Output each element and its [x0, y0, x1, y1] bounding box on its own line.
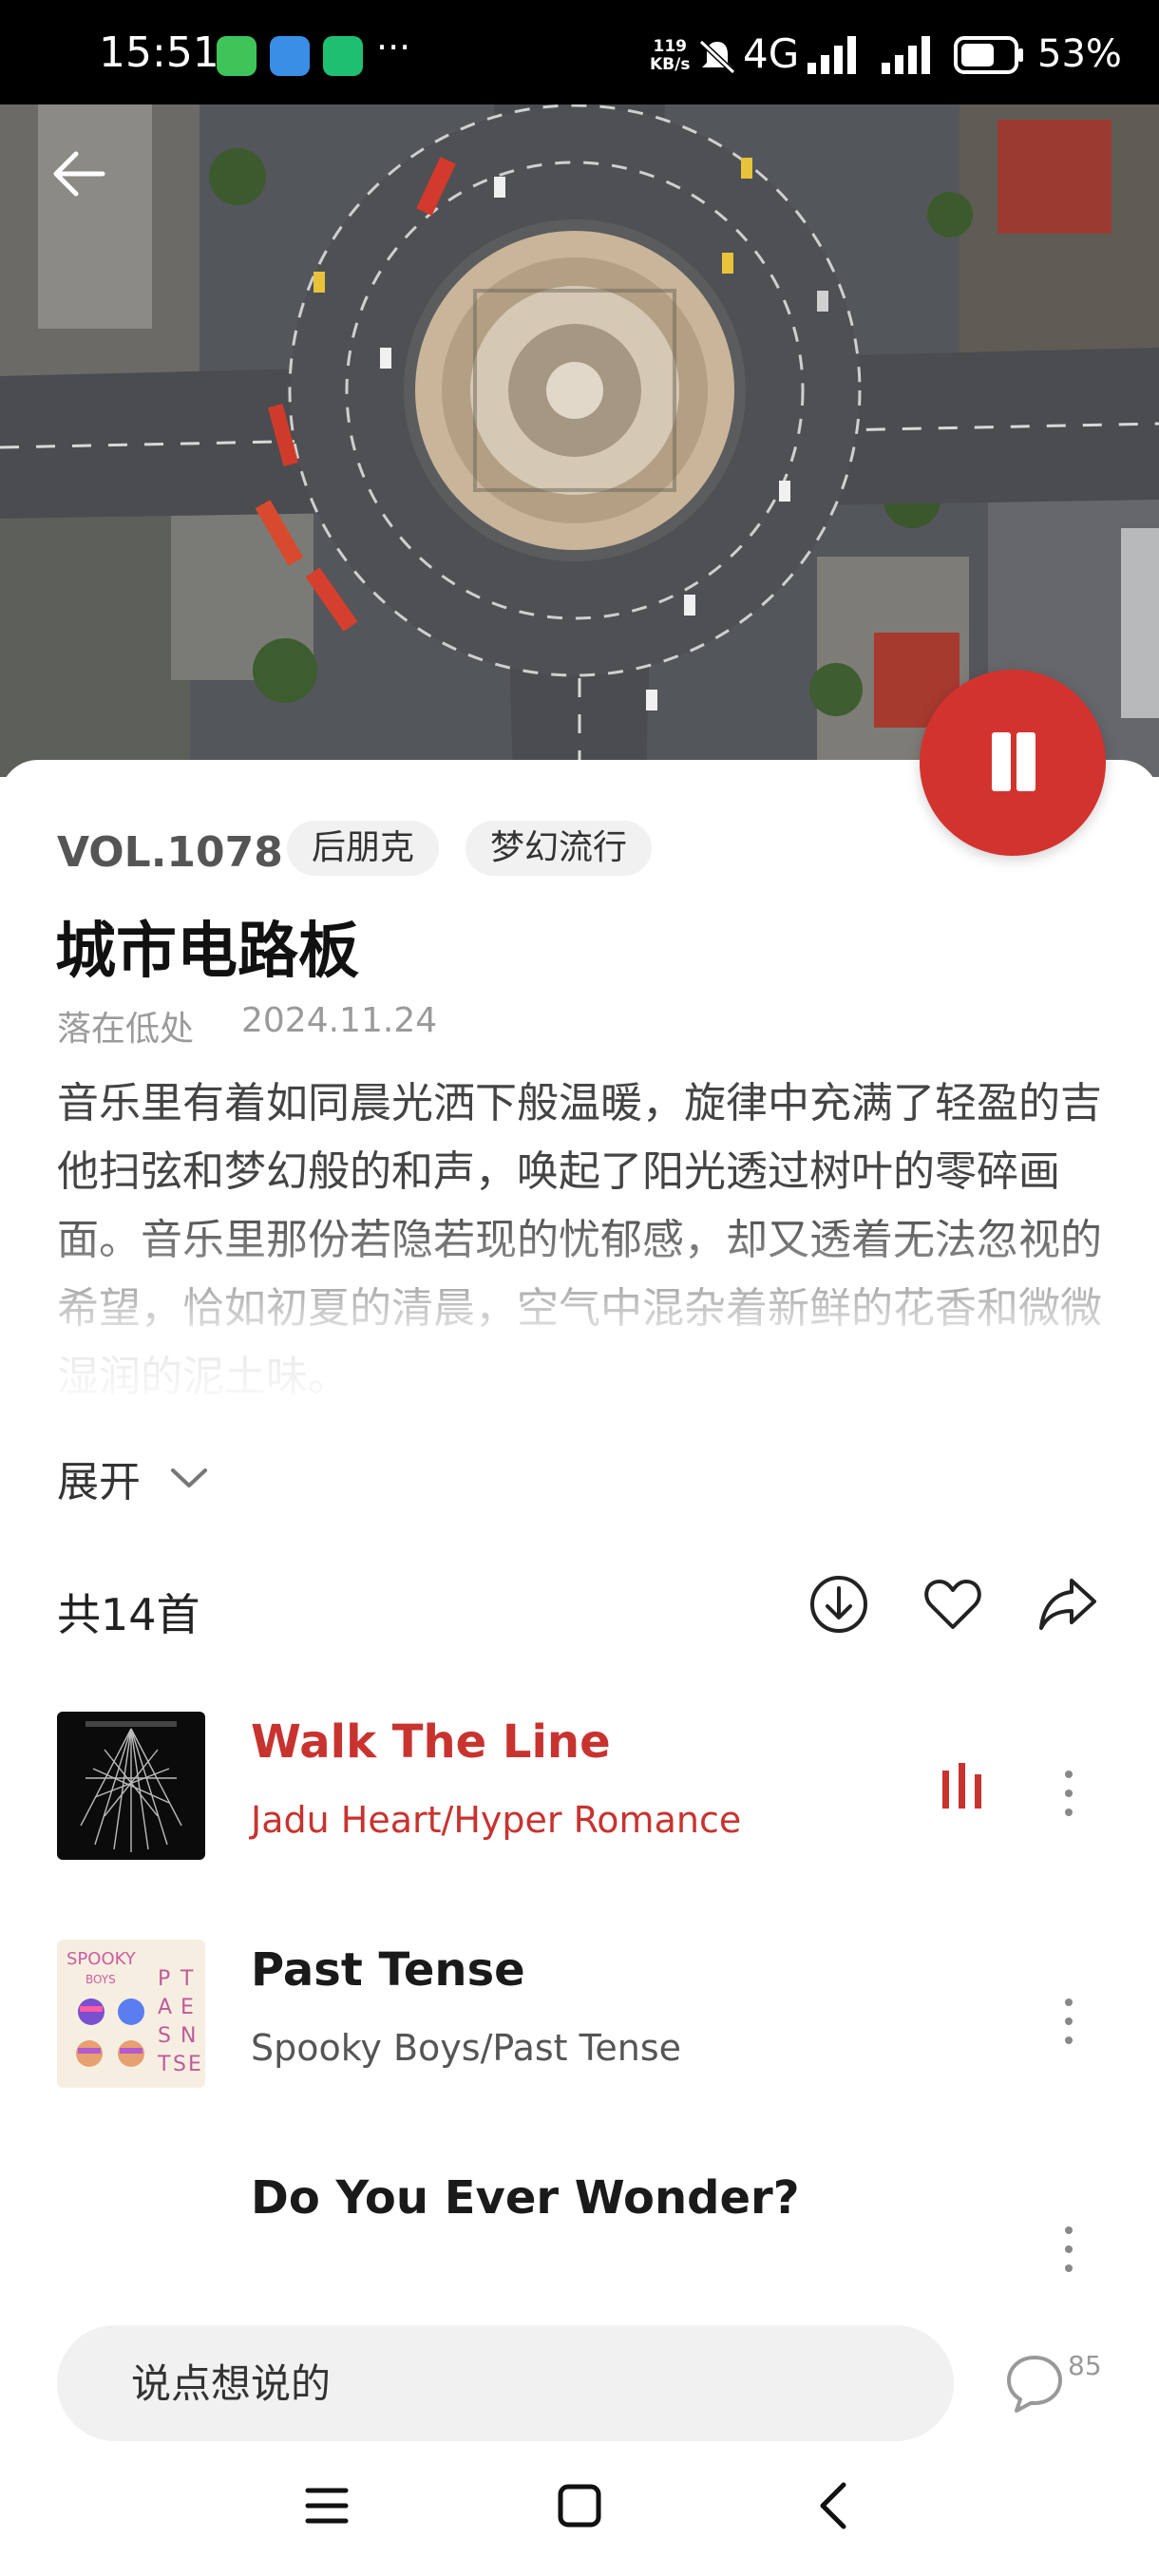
equalizer-icon [942, 1763, 981, 1809]
download-icon[interactable] [808, 1573, 870, 1636]
song-title: Past Tense [251, 1943, 525, 1997]
walk-the-line-cover [57, 1712, 205, 1860]
past-tense-cover: SPOOKY BOYS P T A E S N T S E [57, 1940, 205, 2088]
cover-letter: T [157, 2053, 171, 2076]
expand-button[interactable]: 展开 [57, 1448, 141, 1508]
pause-icon [992, 732, 1011, 791]
more-vertical-icon[interactable] [1054, 1765, 1083, 1822]
cover-letter: P [158, 1967, 170, 1991]
status-bar: 15:51 ··· 119 KB/s 4G 53% [0, 0, 1159, 104]
song-cover: SPOOKY BOYS P T A E S N T S E [57, 1940, 205, 2088]
sync-app-icon [323, 36, 363, 76]
cover-letter: E [180, 1996, 194, 2019]
genre-tag[interactable]: 梦幻流行 [466, 821, 653, 876]
author-name[interactable]: 落在低处 [57, 1001, 194, 1051]
publish-date: 2024.11.24 [241, 1001, 438, 1040]
description-fade [0, 1206, 1159, 1415]
menu-icon[interactable] [296, 2475, 357, 2536]
comment-icon[interactable] [1003, 2352, 1066, 2415]
song-title: Walk The Line [251, 1715, 611, 1769]
comment-count: 85 [1068, 2350, 1102, 2381]
song-row[interactable]: Walk The Line Jadu Heart/Hyper Romance [0, 1712, 1159, 1902]
cover-letter: E [188, 2053, 201, 2076]
more-vertical-icon[interactable] [1054, 1993, 1083, 2050]
net-speed-unit: KB/s [650, 55, 691, 74]
net-speed-value: 119 [653, 37, 687, 56]
battery-icon [954, 36, 1023, 74]
cover-text-spooky: SPOOKY [66, 1949, 137, 1969]
heart-icon[interactable] [922, 1573, 984, 1636]
song-count: 共14首 [57, 1589, 200, 1640]
song-artist: Spooky Boys/Past Tense [251, 2027, 682, 2069]
cloud-app-icon [270, 36, 310, 76]
song-artist: Jadu Heart/Hyper Romance [251, 1799, 742, 1841]
chevron-down-icon[interactable] [167, 1463, 211, 1491]
song-title: Do You Ever Wonder? [251, 2171, 800, 2225]
signal-icon-2 [882, 36, 930, 74]
cover-letter: A [158, 1996, 172, 2019]
genre-tag[interactable]: 后朋克 [287, 821, 440, 876]
mute-icon [698, 39, 736, 75]
cover-text-boys: BOYS [86, 1973, 116, 1986]
home-icon[interactable] [549, 2475, 610, 2536]
album-title: 城市电路板 [55, 917, 359, 987]
messages-app-icon [217, 36, 256, 76]
share-icon[interactable] [1036, 1573, 1098, 1636]
more-vertical-icon[interactable] [1054, 2221, 1083, 2278]
cover-letter: S [158, 2024, 171, 2048]
signal-icon [808, 36, 856, 74]
cover-letter: T [180, 1967, 194, 1991]
song-cover [57, 1712, 205, 1860]
pause-button[interactable] [920, 670, 1106, 856]
battery-level: 53% [1037, 32, 1122, 76]
comment-input[interactable] [57, 2325, 954, 2441]
net-speed: 119 KB/s [650, 38, 690, 74]
back-button[interactable] [48, 142, 110, 205]
status-time: 15:51 [99, 28, 219, 77]
pause-icon-bar [1016, 732, 1036, 791]
network-type: 4G [743, 30, 800, 77]
cover-letter: N [180, 2024, 196, 2048]
volume-number: VOL.1078 [57, 828, 283, 877]
status-more-icon: ··· [376, 27, 411, 68]
song-row[interactable]: SPOOKY BOYS P T A E S N T S E Past Tense… [0, 1940, 1159, 2130]
back-icon[interactable] [804, 2475, 864, 2536]
arrow-left-icon [53, 151, 105, 197]
cover-letter: S [173, 2053, 186, 2076]
